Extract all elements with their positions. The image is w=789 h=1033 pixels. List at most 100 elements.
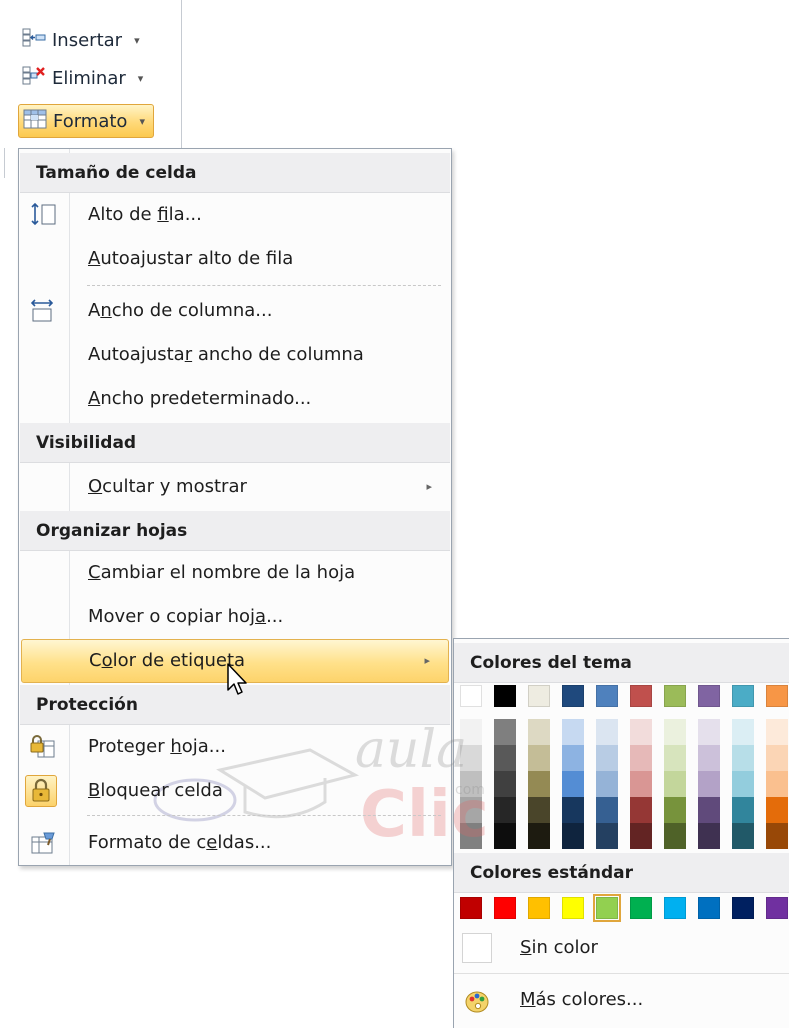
theme-shade-swatch[interactable] <box>494 797 516 823</box>
menu-item-format-cells[interactable]: Formato de celdas... <box>20 821 450 865</box>
theme-shade-swatch[interactable] <box>766 771 788 797</box>
tab-color-submenu: Colores del tema Colores estándar Sin co… <box>453 638 789 1028</box>
menu-item-default-width[interactable]: Ancho predeterminado... <box>20 377 450 421</box>
theme-shade-swatch[interactable] <box>664 771 686 797</box>
theme-shade-swatch[interactable] <box>460 797 482 823</box>
standard-color-swatch[interactable] <box>630 897 652 919</box>
section-theme-colors: Colores del tema <box>454 643 789 683</box>
delete-button[interactable]: Eliminar ▾ <box>18 62 151 94</box>
theme-shade-swatch[interactable] <box>528 771 550 797</box>
menu-item-rename-sheet[interactable]: Cambiar el nombre de la hoja <box>20 551 450 595</box>
theme-shade-swatch[interactable] <box>494 823 516 849</box>
theme-shade-swatch[interactable] <box>766 797 788 823</box>
theme-shade-swatch[interactable] <box>732 719 754 745</box>
menu-item-label: Alto de fila... <box>88 204 202 225</box>
no-color-option[interactable]: Sin color <box>454 925 789 971</box>
theme-shade-swatch[interactable] <box>732 745 754 771</box>
theme-shade-swatch[interactable] <box>562 771 584 797</box>
theme-color-swatch[interactable] <box>460 685 482 707</box>
theme-shade-swatch[interactable] <box>460 745 482 771</box>
theme-color-swatch[interactable] <box>630 685 652 707</box>
menu-item-label: Ocultar y mostrar <box>88 476 247 497</box>
theme-shade-swatch[interactable] <box>630 719 652 745</box>
theme-color-swatch[interactable] <box>698 685 720 707</box>
standard-color-swatch[interactable] <box>732 897 754 919</box>
theme-color-swatch[interactable] <box>494 685 516 707</box>
theme-shade-swatch[interactable] <box>698 719 720 745</box>
theme-shade-swatch[interactable] <box>494 745 516 771</box>
insert-button[interactable]: Insertar ▾ <box>18 24 148 56</box>
menu-item-row-height[interactable]: Alto de fila... <box>20 193 450 237</box>
theme-shade-swatch[interactable] <box>732 771 754 797</box>
format-button[interactable]: Formato ▾ <box>18 104 154 138</box>
theme-shade-swatch[interactable] <box>460 823 482 849</box>
menu-item-label: Color de etiqueta <box>89 650 246 671</box>
standard-color-swatch[interactable] <box>766 897 788 919</box>
section-cell-size: Tamaño de celda <box>20 153 450 193</box>
theme-shade-swatch[interactable] <box>698 823 720 849</box>
theme-shade-swatch[interactable] <box>494 771 516 797</box>
menu-item-autofit-column-width[interactable]: Autoajustar ancho de columna <box>20 333 450 377</box>
theme-shade-swatch[interactable] <box>698 745 720 771</box>
insert-label: Insertar <box>52 29 123 51</box>
theme-shade-swatch[interactable] <box>664 797 686 823</box>
menu-item-hide-show[interactable]: Ocultar y mostrar ▸ <box>20 465 450 509</box>
theme-shade-swatch[interactable] <box>630 771 652 797</box>
menu-item-protect-sheet[interactable]: Proteger hoja... <box>20 725 450 769</box>
theme-shade-swatch[interactable] <box>596 797 618 823</box>
theme-shade-swatch[interactable] <box>664 745 686 771</box>
lock-icon <box>25 775 57 807</box>
theme-shade-swatch[interactable] <box>698 797 720 823</box>
theme-shade-swatch[interactable] <box>630 745 652 771</box>
theme-shade-swatch[interactable] <box>528 823 550 849</box>
theme-color-swatch[interactable] <box>528 685 550 707</box>
protect-sheet-icon <box>28 733 58 761</box>
column-width-icon <box>28 297 58 325</box>
standard-color-swatch[interactable] <box>562 897 584 919</box>
standard-color-swatch[interactable] <box>593 894 621 922</box>
menu-separator <box>87 285 441 286</box>
theme-shade-swatch[interactable] <box>562 797 584 823</box>
mouse-pointer-icon <box>226 662 252 702</box>
theme-shade-swatch[interactable] <box>766 823 788 849</box>
theme-shade-swatch[interactable] <box>766 719 788 745</box>
more-colors-option[interactable]: Más colores... <box>454 977 789 1023</box>
menu-item-lock-cell[interactable]: Bloquear celda <box>20 769 450 813</box>
theme-shade-swatch[interactable] <box>596 745 618 771</box>
theme-color-swatch[interactable] <box>664 685 686 707</box>
theme-shade-swatch[interactable] <box>562 823 584 849</box>
menu-item-column-width[interactable]: Ancho de columna... <box>20 289 450 333</box>
theme-shade-swatch[interactable] <box>460 719 482 745</box>
theme-shade-swatch[interactable] <box>766 745 788 771</box>
theme-shade-swatch[interactable] <box>460 771 482 797</box>
menu-item-autofit-row-height[interactable]: Autoajustar alto de fila <box>20 237 450 281</box>
theme-shade-swatch[interactable] <box>596 771 618 797</box>
standard-color-swatch[interactable] <box>494 897 516 919</box>
no-color-swatch <box>462 933 492 963</box>
theme-color-swatch[interactable] <box>732 685 754 707</box>
theme-shade-swatch[interactable] <box>528 797 550 823</box>
theme-shade-swatch[interactable] <box>494 719 516 745</box>
theme-shade-swatch[interactable] <box>562 719 584 745</box>
theme-shade-swatch[interactable] <box>562 745 584 771</box>
standard-color-swatch[interactable] <box>698 897 720 919</box>
theme-color-swatch[interactable] <box>562 685 584 707</box>
theme-shade-swatch[interactable] <box>596 823 618 849</box>
menu-item-label: Proteger hoja... <box>88 736 226 757</box>
theme-color-swatch[interactable] <box>596 685 618 707</box>
standard-color-swatch[interactable] <box>528 897 550 919</box>
theme-shade-swatch[interactable] <box>698 771 720 797</box>
theme-shade-swatch[interactable] <box>664 823 686 849</box>
theme-shade-swatch[interactable] <box>732 797 754 823</box>
theme-shade-swatch[interactable] <box>596 719 618 745</box>
theme-shade-swatch[interactable] <box>732 823 754 849</box>
theme-shade-swatch[interactable] <box>664 719 686 745</box>
standard-color-swatch[interactable] <box>664 897 686 919</box>
theme-shade-swatch[interactable] <box>528 745 550 771</box>
theme-shade-swatch[interactable] <box>528 719 550 745</box>
theme-shade-swatch[interactable] <box>630 823 652 849</box>
theme-color-swatch[interactable] <box>766 685 788 707</box>
theme-shade-swatch[interactable] <box>630 797 652 823</box>
standard-color-swatch[interactable] <box>460 897 482 919</box>
menu-item-move-copy-sheet[interactable]: Mover o copiar hoja... <box>20 595 450 639</box>
